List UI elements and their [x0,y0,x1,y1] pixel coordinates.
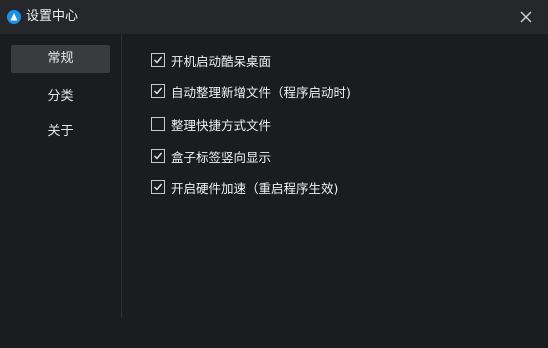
option-label: 开机启动酷呆桌面 [171,53,272,69]
option-label: 自动整理新增文件（程序启动时) [171,84,351,100]
option-auto-organize[interactable]: 自动整理新增文件（程序启动时) [151,82,351,100]
option-vertical-labels[interactable]: 盒子标签竖向显示 [151,147,271,165]
option-label: 整理快捷方式文件 [171,117,272,133]
sidebar-item-general[interactable]: 常规 [11,45,110,73]
option-label: 开启硬件加速（重启程序生效) [171,180,339,196]
organize-shortcuts-checkbox[interactable] [151,117,165,131]
title-bar: 设置中心 [0,0,548,34]
sidebar-item-category[interactable]: 分类 [11,83,110,111]
sidebar-nav: 常规 分类 关于 [0,34,121,348]
auto-organize-checkbox[interactable] [151,84,165,98]
hardware-acceleration-checkbox[interactable] [151,180,165,194]
autostart-checkbox[interactable] [151,53,165,67]
option-label: 盒子标签竖向显示 [171,149,272,165]
checkmark-icon [154,152,163,160]
option-autostart[interactable]: 开机启动酷呆桌面 [151,51,271,69]
checkmark-icon [154,56,163,64]
close-button[interactable] [518,9,534,25]
checkmark-icon [154,87,163,95]
app-logo-icon [7,10,21,24]
sidebar-item-about[interactable]: 关于 [11,118,110,146]
option-organize-shortcuts[interactable]: 整理快捷方式文件 [151,115,271,133]
general-settings-panel: 开机启动酷呆桌面 自动整理新增文件（程序启动时) 整理快捷方式文件 盒子标签竖向… [122,34,548,348]
close-icon [520,11,532,23]
vertical-labels-checkbox[interactable] [151,149,165,163]
window-title: 设置中心 [26,9,79,24]
option-hardware-acceleration[interactable]: 开启硬件加速（重启程序生效) [151,178,338,196]
checkmark-icon [154,183,163,191]
settings-window: 设置中心 常规 分类 关于 开机启动酷呆桌面 自动整理新增文件（程序启动时) 整… [0,0,548,348]
